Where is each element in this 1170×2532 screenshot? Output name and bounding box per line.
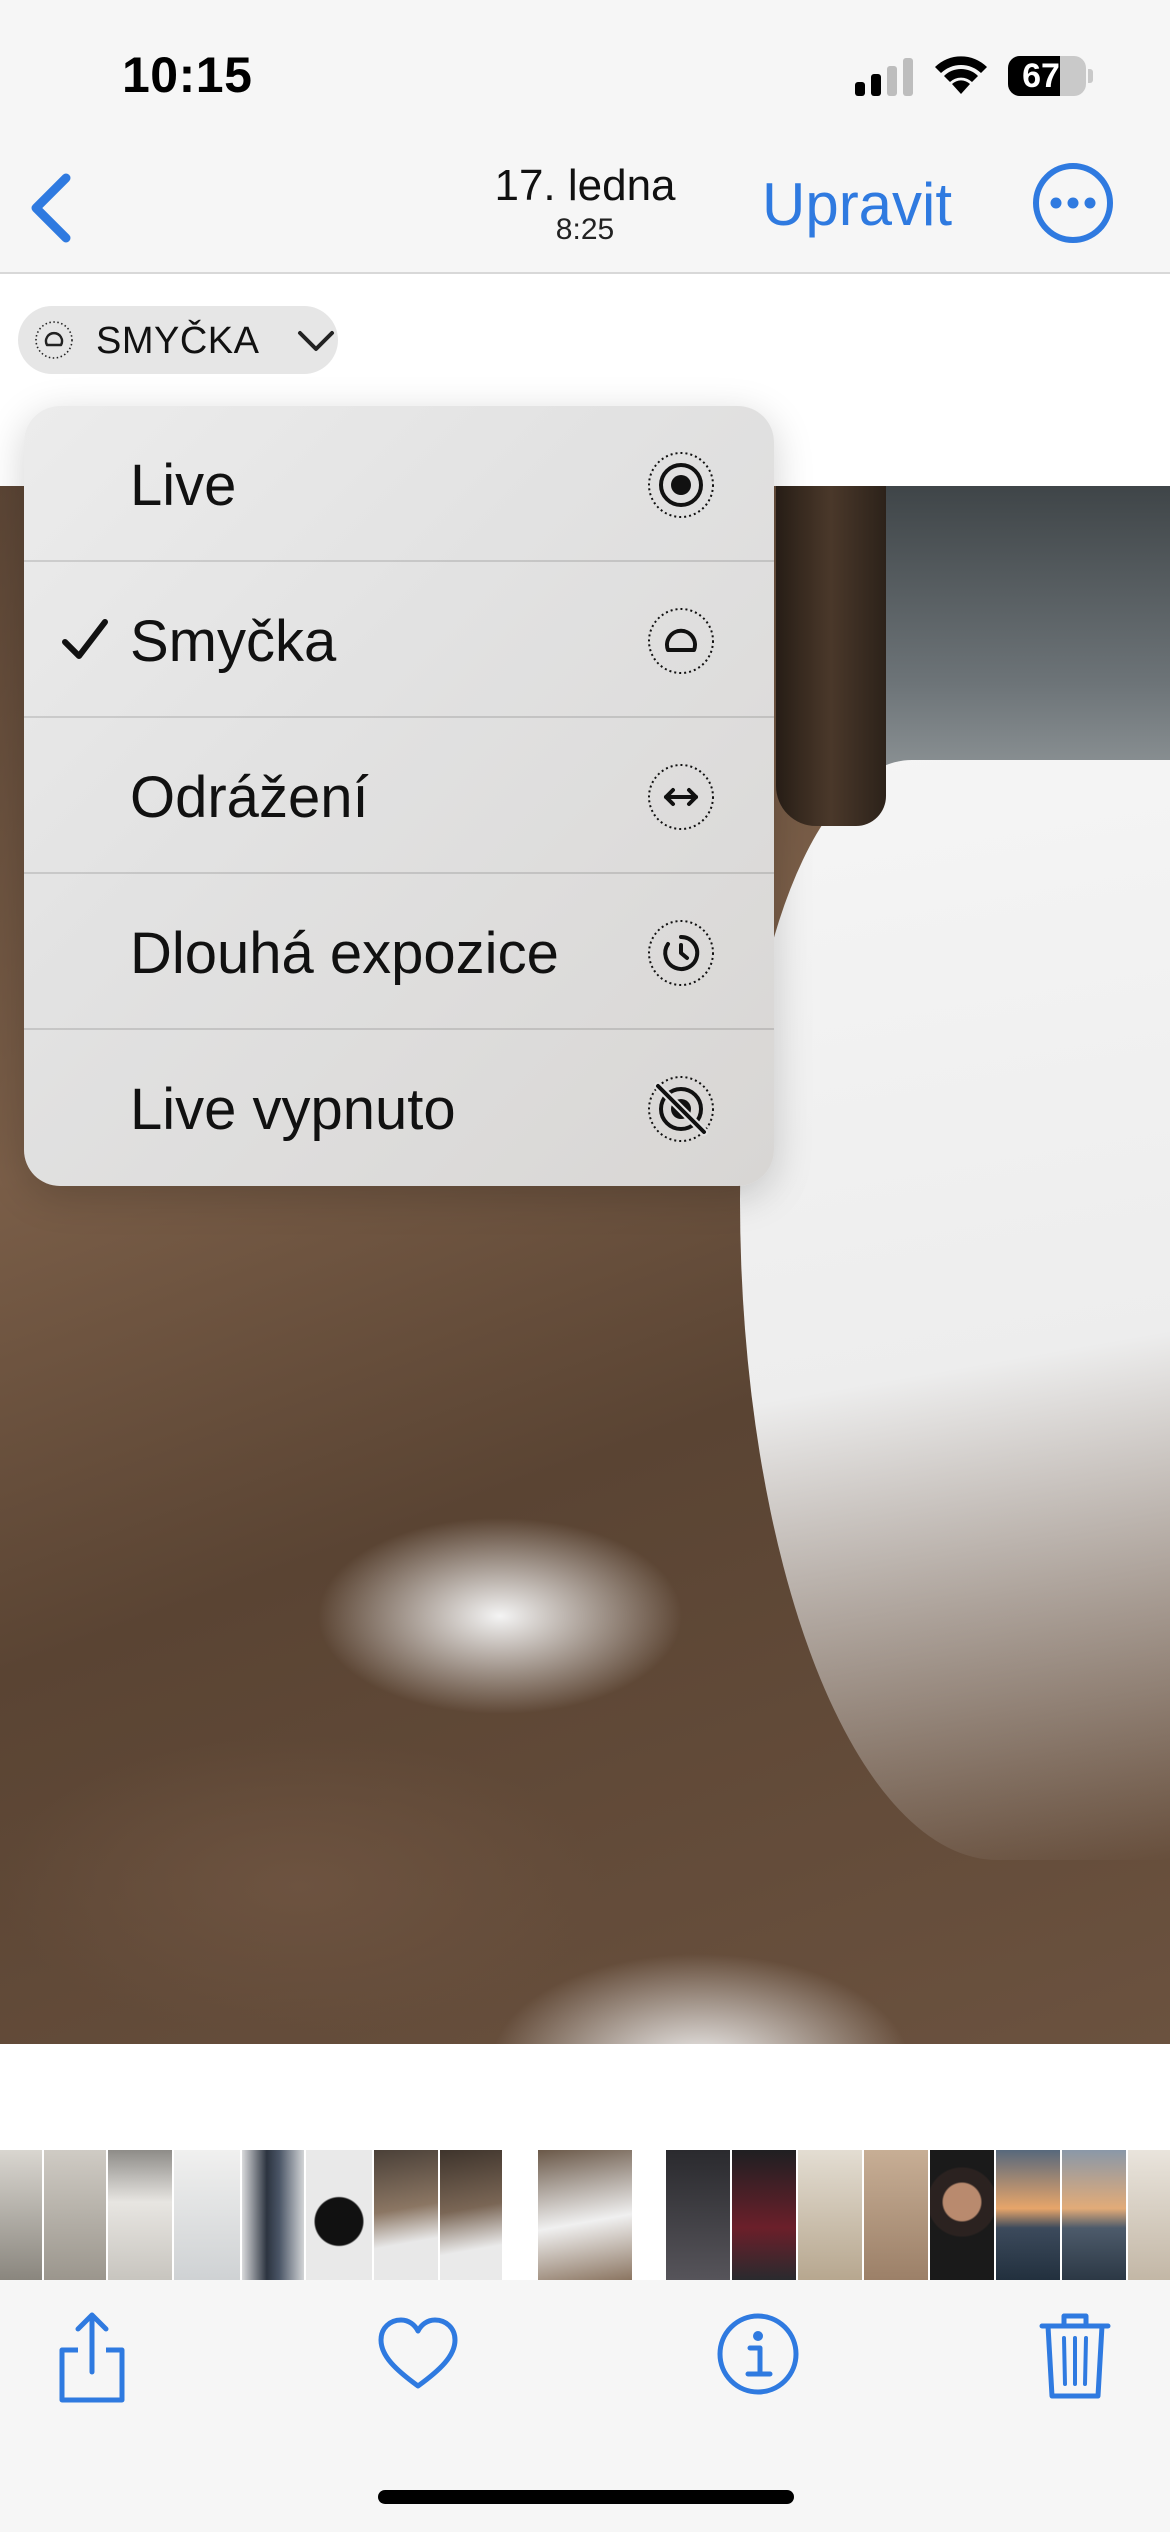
filmstrip-thumbnail[interactable] <box>174 2150 240 2280</box>
filmstrip-thumbnail[interactable] <box>440 2150 502 2280</box>
photo-tree-trunk <box>776 486 886 826</box>
live-photo-icon <box>648 452 714 518</box>
ellipsis-circle-icon[interactable] <box>1032 162 1114 244</box>
status-time: 10:15 <box>122 47 253 103</box>
menu-item-label: Live vypnuto <box>130 1077 456 1142</box>
menu-item-label: Odrážení <box>130 765 369 830</box>
filmstrip-thumbnail[interactable] <box>798 2150 862 2280</box>
battery-tip <box>1088 69 1093 83</box>
status-bar: 10:15 67 <box>0 0 1170 140</box>
live-mode-menu: Live Smyčka Odrážení Dlouhá expozice Liv… <box>24 406 774 1186</box>
filmstrip-thumbnail[interactable] <box>242 2150 304 2280</box>
filmstrip-thumbnail[interactable] <box>732 2150 796 2280</box>
nav-bar: 17. ledna 8:25 Upravit <box>0 140 1170 274</box>
chevron-left-icon[interactable] <box>22 168 78 248</box>
checkmark-icon <box>62 619 108 659</box>
filmstrip-thumbnail[interactable] <box>538 2150 632 2280</box>
home-indicator[interactable] <box>378 2490 794 2504</box>
filmstrip-thumbnail[interactable] <box>44 2150 106 2280</box>
battery-percentage: 67 <box>1022 57 1060 95</box>
bounce-icon <box>648 764 714 830</box>
filmstrip-thumbnail[interactable] <box>1062 2150 1126 2280</box>
menu-item-long-exposure[interactable]: Dlouhá expozice <box>24 874 774 1030</box>
photo-date-title: 17. ledna 8:25 <box>435 160 735 248</box>
filmstrip-thumbnail[interactable] <box>0 2150 42 2280</box>
photo-filmstrip[interactable] <box>0 2150 1170 2280</box>
menu-item-live-off[interactable]: Live vypnuto <box>24 1030 774 1186</box>
live-mode-label: SMYČKA <box>96 320 260 362</box>
menu-item-label: Smyčka <box>130 609 337 674</box>
photo-date: 17. ledna <box>494 161 676 210</box>
menu-item-label: Dlouhá expozice <box>130 921 559 986</box>
menu-item-live[interactable]: Live <box>24 406 774 562</box>
edit-button[interactable]: Upravit <box>762 170 952 239</box>
filmstrip-thumbnail[interactable] <box>930 2150 994 2280</box>
menu-item-loop[interactable]: Smyčka <box>24 562 774 718</box>
filmstrip-thumbnail[interactable] <box>996 2150 1060 2280</box>
chevron-down-icon <box>298 331 334 351</box>
filmstrip-thumbnail[interactable] <box>1128 2150 1170 2280</box>
live-mode-button[interactable]: SMYČKA <box>18 306 338 374</box>
info-circle-icon[interactable] <box>716 2312 800 2396</box>
filmstrip-thumbnail[interactable] <box>666 2150 730 2280</box>
filmstrip-thumbnail[interactable] <box>374 2150 438 2280</box>
wifi-icon <box>935 56 987 94</box>
cellular-signal-icon <box>855 56 915 96</box>
loop-icon <box>648 608 714 674</box>
menu-item-label: Live <box>130 453 237 518</box>
loop-icon <box>35 321 73 359</box>
menu-item-bounce[interactable]: Odrážení <box>24 718 774 874</box>
trash-icon[interactable] <box>1038 2310 1112 2402</box>
battery-icon: 67 <box>1008 56 1086 96</box>
live-off-icon <box>648 1076 714 1142</box>
filmstrip-thumbnail[interactable] <box>108 2150 172 2280</box>
photo-time: 8:25 <box>555 213 615 246</box>
heart-icon[interactable] <box>376 2316 460 2392</box>
share-icon[interactable] <box>54 2310 130 2406</box>
long-exposure-icon <box>648 920 714 986</box>
filmstrip-thumbnail[interactable] <box>306 2150 372 2280</box>
filmstrip-thumbnail[interactable] <box>864 2150 928 2280</box>
